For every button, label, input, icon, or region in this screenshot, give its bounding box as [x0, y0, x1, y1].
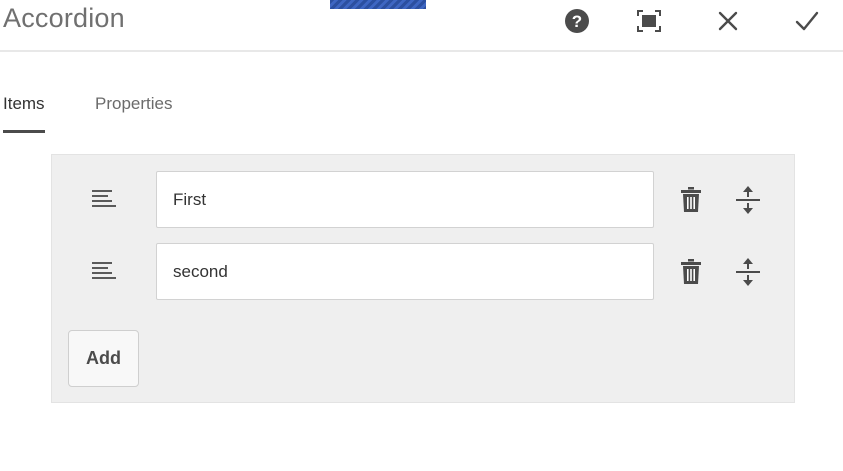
reorder-handle-icon[interactable] — [90, 189, 118, 211]
done-button[interactable] — [790, 4, 824, 38]
multifield-item — [52, 243, 794, 300]
trash-icon — [681, 259, 701, 284]
item-title-field[interactable] — [156, 171, 654, 228]
move-item-button[interactable] — [732, 255, 764, 289]
checkmark-icon — [795, 11, 819, 31]
delete-item-button[interactable] — [676, 185, 706, 215]
trash-icon — [681, 187, 701, 212]
reorder-handle-icon[interactable] — [90, 261, 118, 283]
dialog-header: Accordion ? — [0, 0, 843, 52]
cancel-button[interactable] — [711, 4, 745, 38]
move-item-button[interactable] — [732, 183, 764, 217]
accordion-dialog: Accordion ? Items Properties First secon… — [0, 0, 843, 471]
move-vertical-icon — [736, 258, 760, 286]
dialog-title: Accordion — [3, 3, 125, 33]
help-circle-icon: ? — [565, 9, 589, 33]
tab-items[interactable]: Items — [3, 86, 45, 133]
items-multifield: Add — [51, 154, 795, 403]
multifield-item — [52, 171, 794, 228]
delete-item-button[interactable] — [676, 257, 706, 287]
help-button[interactable]: ? — [560, 4, 594, 38]
dialog-drag-handle[interactable] — [330, 0, 426, 9]
fullscreen-button[interactable] — [632, 4, 666, 38]
move-vertical-icon — [736, 186, 760, 214]
svg-text:?: ? — [572, 12, 582, 31]
fullscreen-icon — [637, 10, 661, 32]
item-title-field[interactable] — [156, 243, 654, 300]
add-item-button[interactable]: Add — [68, 330, 139, 387]
close-icon — [718, 11, 738, 31]
tab-properties[interactable]: Properties — [95, 86, 172, 130]
